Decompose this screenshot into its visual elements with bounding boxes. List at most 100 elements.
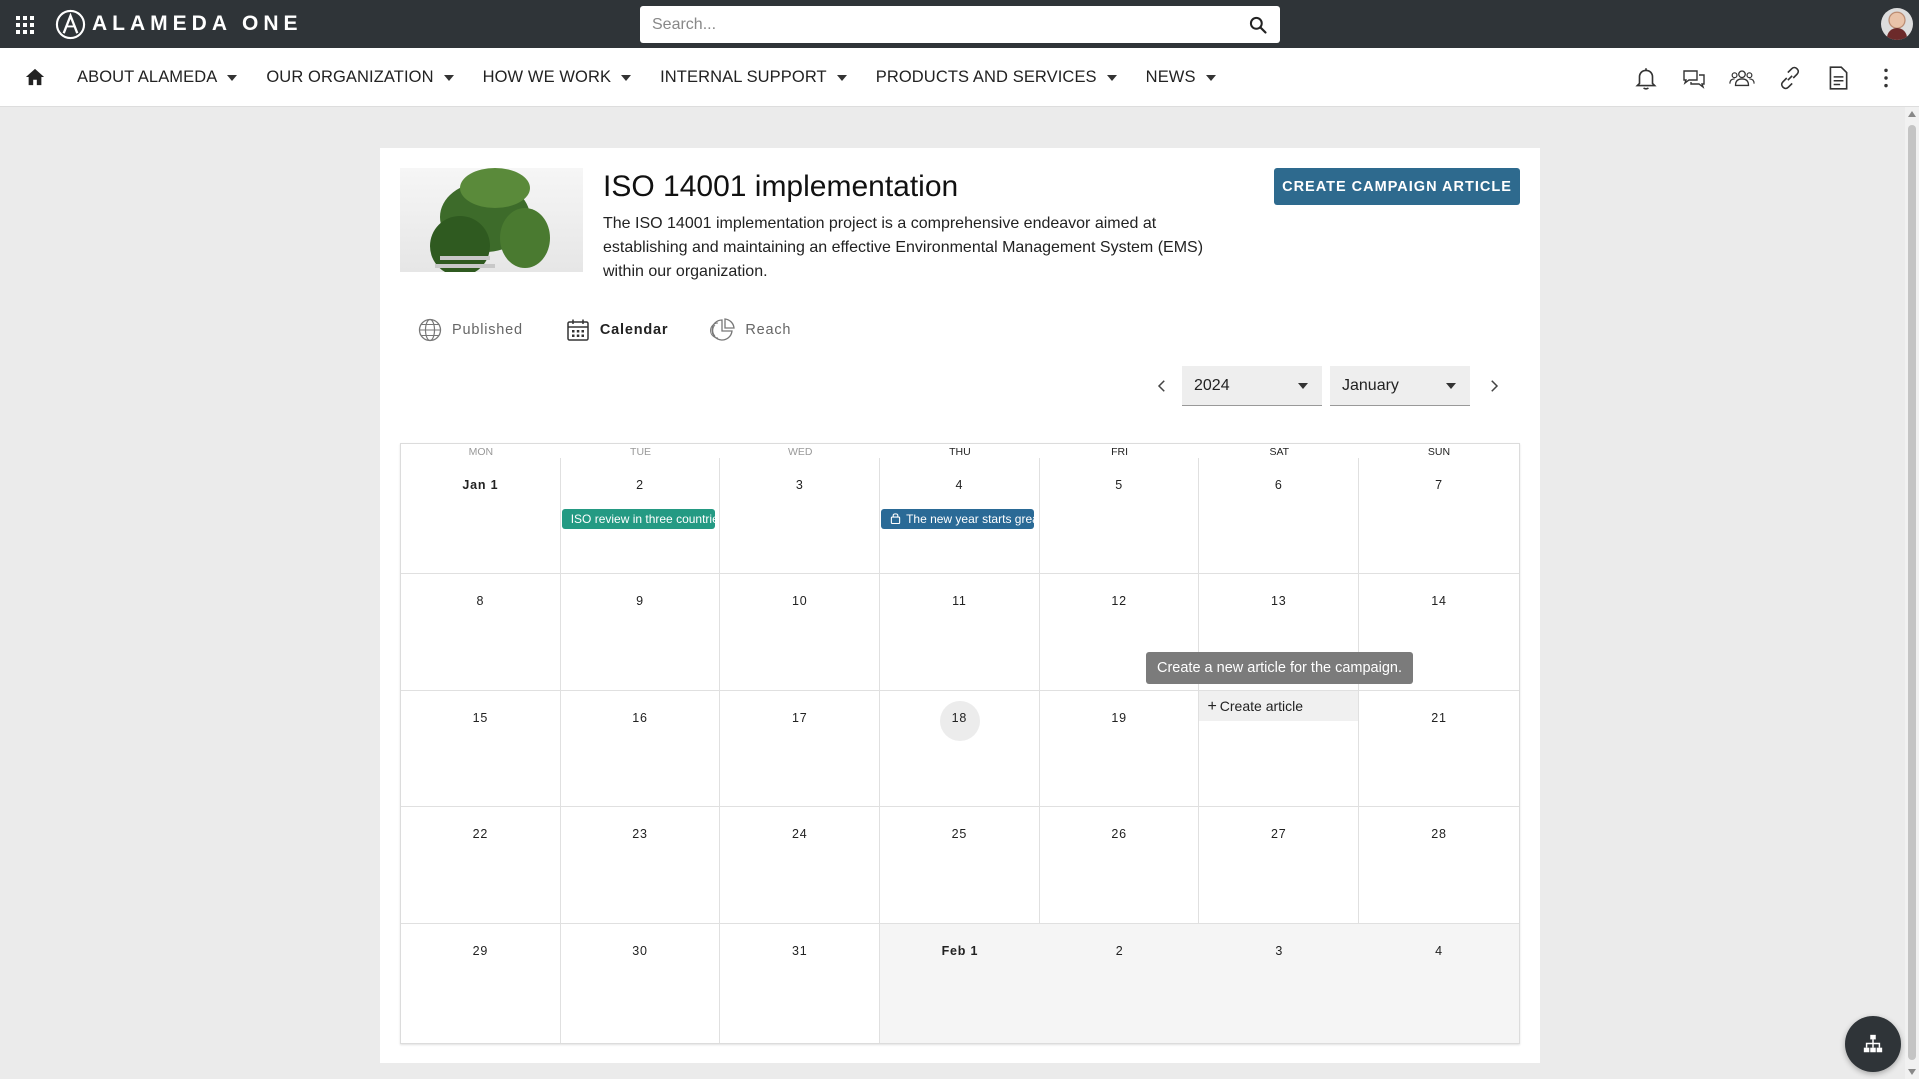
campaign-tabs: Published Calendar Reach	[417, 315, 833, 345]
calendar-day[interactable]: 31	[720, 924, 881, 1043]
calendar-week: Jan 1 2 ISO review in three countries 3 …	[401, 458, 1519, 574]
link-icon[interactable]	[1775, 63, 1805, 93]
day-number: 22	[472, 827, 489, 841]
tab-calendar[interactable]: Calendar	[565, 317, 668, 343]
calendar-day[interactable]: 21	[1359, 691, 1519, 807]
plus-icon: +	[1207, 698, 1217, 715]
day-number: 3	[795, 478, 804, 492]
nav-item-internal-support[interactable]: INTERNAL SUPPORT	[660, 68, 847, 87]
create-article-button[interactable]: + Create article	[1199, 691, 1359, 721]
day-number: 30	[632, 944, 648, 958]
nav-item-how-we-work[interactable]: HOW WE WORK	[483, 68, 632, 87]
calendar-day[interactable]: 24	[720, 807, 881, 924]
scrollbar-thumb[interactable]	[1908, 125, 1916, 1060]
day-number: 2	[1115, 944, 1124, 958]
calendar-event[interactable]: The new year starts great	[881, 509, 1035, 529]
calendar-day[interactable]: 15	[401, 691, 561, 807]
calendar-day-next-month[interactable]: 4	[1359, 924, 1519, 1043]
calendar-day[interactable]: 9	[560, 574, 721, 691]
previous-month-button[interactable]	[1150, 374, 1174, 398]
campaign-image	[400, 168, 583, 272]
calendar-day[interactable]: Jan 1	[401, 458, 561, 574]
day-number: 18	[951, 711, 968, 725]
day-number: 19	[1111, 711, 1127, 725]
weekday-label: THU	[949, 446, 971, 458]
caret-down-icon	[443, 74, 454, 81]
day-number: 26	[1111, 827, 1127, 841]
nav-item-news[interactable]: NEWS	[1146, 68, 1216, 87]
apps-grid-icon[interactable]	[14, 14, 34, 34]
avatar[interactable]	[1881, 8, 1913, 40]
calendar-day[interactable]: 5	[1039, 458, 1200, 574]
sitemap-button[interactable]	[1845, 1016, 1901, 1072]
calendar-day[interactable]: 8	[401, 574, 561, 691]
calendar-day[interactable]: 7	[1359, 458, 1519, 574]
tab-published[interactable]: Published	[417, 317, 523, 343]
caret-down-icon	[1446, 383, 1456, 389]
day-number: 8	[476, 594, 485, 608]
calendar-day[interactable]: + Create article	[1199, 691, 1360, 807]
more-vert-icon[interactable]	[1871, 63, 1901, 93]
calendar-day[interactable]: 16	[560, 691, 721, 807]
search-icon[interactable]	[1248, 15, 1268, 35]
month-value: January	[1342, 376, 1399, 394]
weekday-label: SUN	[1427, 446, 1451, 458]
day-number: 29	[472, 944, 489, 958]
month-calendar: MON TUE WED THU FRI SAT SUN Jan 1 2 ISO …	[400, 443, 1520, 1044]
page-title: ISO 14001 implementation	[603, 170, 959, 203]
bell-icon[interactable]	[1631, 63, 1661, 93]
logo[interactable]: ALAMEDA ONE	[55, 8, 303, 40]
calendar-day[interactable]: 22	[401, 807, 561, 924]
chevron-left-icon	[1157, 380, 1165, 392]
calendar-event[interactable]: ISO review in three countries	[561, 509, 715, 529]
nav-item-our-organization[interactable]: OUR ORGANIZATION	[266, 68, 454, 87]
calendar-day[interactable]: 2 ISO review in three countries	[560, 458, 721, 574]
caret-down-icon	[1298, 383, 1308, 389]
next-month-button[interactable]	[1482, 374, 1506, 398]
day-number: 31	[791, 944, 808, 958]
chat-icon[interactable]	[1679, 63, 1709, 93]
day-number: Feb 1	[941, 944, 979, 958]
calendar-day[interactable]: 27	[1199, 807, 1360, 924]
day-number: 12	[1111, 594, 1127, 608]
tab-reach[interactable]: Reach	[710, 317, 791, 343]
home-icon[interactable]	[24, 67, 46, 87]
create-campaign-article-button[interactable]: CREATE CAMPAIGN ARTICLE	[1274, 168, 1520, 205]
day-number: 4	[1435, 944, 1443, 958]
calendar-day[interactable]: 30	[561, 924, 721, 1043]
people-icon[interactable]	[1727, 63, 1757, 93]
calendar-day[interactable]: 6	[1199, 458, 1360, 574]
calendar-day[interactable]: 26	[1039, 807, 1200, 924]
day-number: 5	[1115, 478, 1123, 492]
nav-item-label: PRODUCTS AND SERVICES	[875, 68, 1097, 86]
weekday-label: FRI	[1111, 446, 1129, 458]
calendar-day-next-month[interactable]: Feb 1	[880, 924, 1040, 1043]
scroll-up-icon[interactable]	[1908, 111, 1916, 117]
nav-item-label: INTERNAL SUPPORT	[660, 68, 827, 86]
weekday-header: MON TUE WED THU FRI SAT SUN	[401, 444, 1519, 458]
nav-item-about-alameda[interactable]: ABOUT ALAMEDA	[77, 68, 238, 87]
calendar-day[interactable]: 29	[401, 924, 561, 1043]
calendar-day-today[interactable]: 18	[880, 691, 1040, 807]
vertical-scrollbar[interactable]	[1905, 107, 1919, 1079]
logo-mark-icon	[55, 9, 86, 39]
calendar-day[interactable]: 4 The new year starts great	[880, 458, 1040, 574]
calendar-day[interactable]: 3	[720, 458, 881, 574]
year-select[interactable]: 2024	[1182, 366, 1322, 406]
calendar-day-next-month[interactable]: 3	[1199, 924, 1360, 1043]
calendar-day[interactable]: 28	[1359, 807, 1519, 924]
calendar-day[interactable]: 11	[880, 574, 1040, 691]
nav-item-label: HOW WE WORK	[482, 68, 612, 86]
month-select[interactable]: January	[1330, 366, 1470, 406]
calendar-day[interactable]: 10	[720, 574, 881, 691]
campaign-card: ISO 14001 implementation The ISO 14001 i…	[380, 148, 1540, 1063]
calendar-day-next-month[interactable]: 2	[1039, 924, 1200, 1043]
calendar-day[interactable]: 23	[560, 807, 721, 924]
nav-item-products-and-services[interactable]: PRODUCTS AND SERVICES	[876, 68, 1117, 87]
document-icon[interactable]	[1823, 63, 1853, 93]
calendar-day[interactable]: 19	[1039, 691, 1200, 807]
calendar-day[interactable]: 25	[880, 807, 1040, 924]
scroll-down-icon[interactable]	[1908, 1069, 1916, 1075]
search-input[interactable]	[640, 6, 1220, 43]
calendar-day[interactable]: 17	[720, 691, 881, 807]
